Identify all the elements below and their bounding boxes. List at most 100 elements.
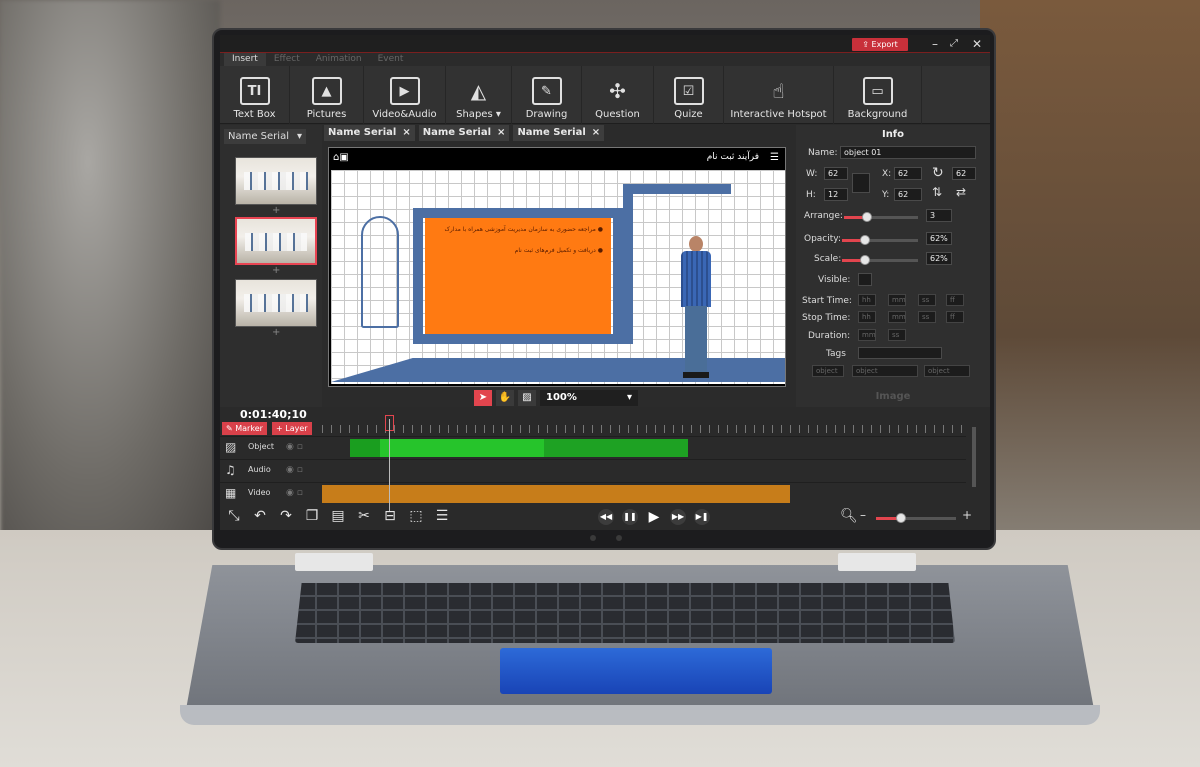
start-ss-field[interactable]: ss bbox=[918, 294, 936, 306]
maximize-icon[interactable]: ⤢ bbox=[950, 36, 958, 52]
close-icon[interactable]: × bbox=[592, 125, 600, 141]
zoom-in-icon[interactable]: + bbox=[962, 508, 972, 522]
add-slide-icon[interactable]: + bbox=[272, 327, 280, 338]
rotation-field[interactable]: 62 bbox=[952, 167, 976, 180]
redo-icon[interactable]: ↷ bbox=[276, 507, 296, 525]
close-icon[interactable]: × bbox=[402, 125, 410, 141]
y-field[interactable]: 62 bbox=[894, 188, 922, 201]
duration-ss-field[interactable]: ss bbox=[888, 329, 906, 341]
copy-icon[interactable]: ❐ bbox=[302, 507, 322, 525]
tab-animation[interactable]: Animation bbox=[308, 53, 370, 66]
rotate-icon[interactable]: ↻ bbox=[932, 165, 944, 181]
slide-thumbnail[interactable] bbox=[235, 157, 317, 205]
start-mm-field[interactable]: mm bbox=[888, 294, 906, 306]
drawing-button[interactable]: ✎ Drawing bbox=[512, 66, 582, 124]
tab-event[interactable]: Event bbox=[370, 53, 412, 66]
interactive-hotspot-button[interactable]: ☝ Interactive Hotspot bbox=[724, 66, 834, 124]
stop-ss-field[interactable]: ss bbox=[918, 311, 936, 323]
eye-icon[interactable]: ◉ ▫ bbox=[286, 442, 303, 452]
flip-vertical-icon[interactable]: ⇅ bbox=[932, 185, 942, 199]
select-area-icon[interactable]: ⬚ bbox=[406, 507, 426, 525]
scale-slider[interactable] bbox=[842, 255, 918, 265]
start-hh-field[interactable]: hh bbox=[858, 294, 876, 306]
marker-button[interactable]: ✎ Marker bbox=[222, 422, 267, 435]
width-field[interactable]: 62 bbox=[824, 167, 848, 180]
quiz-button[interactable]: ☑ Quize bbox=[654, 66, 724, 124]
opacity-field[interactable]: 62% bbox=[926, 232, 952, 245]
export-button[interactable]: ⇪ Export bbox=[852, 38, 908, 51]
pictures-button[interactable]: ▲ Pictures bbox=[290, 66, 364, 124]
stop-ff-field[interactable]: ff bbox=[946, 311, 964, 323]
tag-object-field[interactable]: object bbox=[812, 365, 844, 377]
duration-mm-field[interactable]: mm bbox=[858, 329, 876, 341]
doc-tab[interactable]: Name Serial × bbox=[324, 125, 415, 141]
fit-icon[interactable]: ⤡ bbox=[224, 507, 244, 525]
minimize-icon[interactable]: – bbox=[932, 36, 938, 52]
split-icon[interactable]: ⊟ bbox=[380, 507, 400, 525]
undo-icon[interactable]: ↶ bbox=[250, 507, 270, 525]
add-slide-icon[interactable]: + bbox=[272, 265, 280, 276]
zoom-select[interactable]: 100% ▾ bbox=[540, 390, 638, 406]
hand-icon[interactable]: ✋ bbox=[496, 390, 514, 406]
presenter-image[interactable] bbox=[676, 236, 716, 382]
doc-tab[interactable]: Name Serial × bbox=[513, 125, 605, 141]
skip-end-icon[interactable]: ▶❚ bbox=[694, 509, 710, 525]
timeline-zoom-scrollbar[interactable] bbox=[972, 427, 976, 487]
slides-dropdown[interactable]: Name Serial ▾ bbox=[224, 129, 306, 144]
tags-field[interactable] bbox=[858, 347, 942, 359]
zoom-out-icon[interactable]: – bbox=[860, 508, 866, 522]
close-icon[interactable]: × bbox=[497, 125, 505, 141]
tag-object-field[interactable]: object bbox=[852, 365, 918, 377]
opacity-slider[interactable] bbox=[842, 235, 918, 245]
eye-icon[interactable]: ◉ ▫ bbox=[286, 465, 303, 475]
background-button[interactable]: ▭ Background bbox=[834, 66, 922, 124]
play-icon[interactable]: ▶ bbox=[646, 509, 662, 525]
eye-icon[interactable]: ◉ ▫ bbox=[286, 488, 303, 498]
arrange-field[interactable]: 3 bbox=[926, 209, 952, 222]
zoom-icon[interactable]: 🔍︎ bbox=[840, 508, 858, 524]
object-clip[interactable] bbox=[380, 439, 544, 457]
scale-field[interactable]: 62% bbox=[926, 252, 952, 265]
object-clip[interactable] bbox=[544, 439, 688, 457]
layer-button[interactable]: + Layer bbox=[272, 422, 312, 435]
home-icon[interactable]: ⌂▣ bbox=[333, 152, 349, 163]
close-icon[interactable]: ✕ bbox=[972, 36, 982, 52]
slide-thumbnail[interactable] bbox=[235, 279, 317, 327]
scale-label: Scale: bbox=[814, 254, 842, 264]
tab-effect[interactable]: Effect bbox=[266, 53, 308, 66]
align-icon[interactable]: ☰ bbox=[432, 507, 452, 525]
visible-checkbox[interactable] bbox=[858, 273, 872, 286]
start-ff-field[interactable]: ff bbox=[946, 294, 964, 306]
rewind-icon[interactable]: ◀◀ bbox=[598, 509, 614, 525]
pause-icon[interactable]: ❚❚ bbox=[622, 509, 638, 525]
paste-icon[interactable]: ▤ bbox=[328, 507, 348, 525]
video-clip[interactable] bbox=[322, 485, 790, 503]
menu-icon[interactable]: ☰ bbox=[770, 152, 779, 163]
text-box-button[interactable]: TI Text Box bbox=[220, 66, 290, 124]
arrange-label: Arrange: bbox=[804, 211, 843, 221]
slide-canvas[interactable]: ⌂▣ فرآیند ثبت نام ☰ ● مراجعه حضوری به سا… bbox=[328, 147, 786, 387]
zoom-slider[interactable] bbox=[876, 513, 956, 523]
playhead[interactable] bbox=[389, 419, 390, 511]
cut-icon[interactable]: ✂ bbox=[354, 507, 374, 525]
height-field[interactable]: 12 bbox=[824, 188, 848, 201]
stop-mm-field[interactable]: mm bbox=[888, 311, 906, 323]
doc-tab[interactable]: Name Serial × bbox=[418, 125, 510, 141]
tab-insert[interactable]: Insert bbox=[224, 53, 266, 66]
forward-icon[interactable]: ▶▶ bbox=[670, 509, 686, 525]
question-button[interactable]: ✣ Question bbox=[582, 66, 654, 124]
flip-horizontal-icon[interactable]: ⇄ bbox=[956, 185, 966, 199]
arrange-slider[interactable] bbox=[844, 212, 918, 222]
image-icon[interactable]: ▨ bbox=[518, 390, 536, 406]
add-slide-icon[interactable]: + bbox=[272, 205, 280, 216]
name-field[interactable]: object 01 bbox=[840, 146, 976, 159]
pointer-icon[interactable]: ➤ bbox=[474, 390, 492, 406]
tag-object-field[interactable]: object bbox=[924, 365, 970, 377]
shapes-button[interactable]: ◭ Shapes ▾ bbox=[446, 66, 512, 124]
timeline-ruler[interactable] bbox=[322, 415, 966, 433]
lock-ratio-icon[interactable] bbox=[852, 173, 870, 193]
video-audio-button[interactable]: ▶ Video&Audio bbox=[364, 66, 446, 124]
stop-hh-field[interactable]: hh bbox=[858, 311, 876, 323]
x-field[interactable]: 62 bbox=[894, 167, 922, 180]
slide-thumbnail-selected[interactable] bbox=[235, 217, 317, 265]
